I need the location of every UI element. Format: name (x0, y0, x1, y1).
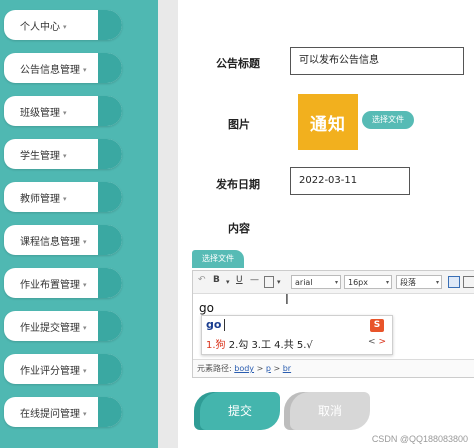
text-cursor-icon: I (285, 293, 289, 308)
sidebar-item-homework-assign[interactable]: 作业布置管理 ▾ (4, 268, 122, 298)
nav-cap (98, 96, 122, 126)
chevron-down-icon: ▾ (435, 279, 439, 286)
sidebar-item-homework-submit[interactable]: 作业提交管理 ▾ (4, 311, 122, 341)
chevron-down-icon: ▾ (83, 66, 87, 74)
content-label: 内容 (228, 222, 250, 235)
nav-cap (98, 53, 122, 83)
sidebar-item-online-questions[interactable]: 在线提问管理 ▾ (4, 397, 122, 427)
editor-toolbar: ↶ B ▾ U — ▾ arial ▾ 16px ▾ 段落 ▾ (193, 271, 474, 294)
image-label: 图片 (228, 118, 250, 131)
chevron-down-icon: ▾ (63, 195, 67, 203)
ime-composition: go (206, 318, 222, 331)
path-br-link[interactable]: br (283, 364, 291, 373)
font-family-select[interactable]: arial ▾ (291, 275, 341, 289)
nav-cap (98, 182, 122, 212)
ime-candidate-window[interactable]: go S 1.狗 2.勾 3.工 4.共 5.√ < > (201, 315, 393, 355)
nav-cap (98, 397, 122, 427)
table-icon[interactable] (448, 276, 460, 288)
nav-cap (98, 311, 122, 341)
next-icon[interactable]: > (378, 337, 386, 347)
sidebar: 个人中心 ▾ 公告信息管理 ▾ 班级管理 ▾ 学生管理 ▾ 教师管理 ▾ 课程信息管理 ▾ … (0, 0, 158, 448)
date-input[interactable]: 2022-03-11 (290, 167, 410, 195)
sidebar-item-label: 在线提问管理 (20, 409, 80, 420)
ime-other-candidates[interactable]: 2.勾 3.工 4.共 5.√ (226, 340, 313, 351)
undo-icon[interactable]: ↶ (198, 275, 206, 285)
sidebar-item-student-management[interactable]: 学生管理 ▾ (4, 139, 122, 169)
sidebar-item-label: 个人中心 (20, 22, 60, 33)
paragraph-value: 段落 (400, 278, 416, 287)
nav-cap (98, 354, 122, 384)
content-choose-file-button[interactable]: 选择文件 (192, 250, 244, 268)
sidebar-item-label: 作业布置管理 (20, 280, 80, 291)
sidebar-item-label: 教师管理 (20, 194, 60, 205)
path-body-link[interactable]: body (234, 364, 254, 373)
sogou-logo-icon: S (370, 319, 384, 332)
sidebar-item-label: 作业提交管理 (20, 323, 80, 334)
content-gutter (158, 0, 178, 448)
paragraph-select[interactable]: 段落 ▾ (396, 275, 442, 289)
bold-button[interactable]: B (213, 275, 220, 285)
submit-button[interactable]: 提交 (200, 392, 280, 430)
ime-candidates[interactable]: 1.狗 2.勾 3.工 4.共 5.√ (206, 336, 313, 351)
sidebar-item-class-management[interactable]: 班级管理 ▾ (4, 96, 122, 126)
sidebar-item-label: 作业评分管理 (20, 366, 80, 377)
element-path-label: 元素路径: (197, 364, 232, 373)
nav-cap (98, 139, 122, 169)
chevron-down-icon: ▾ (83, 367, 87, 375)
chevron-down-icon: ▾ (63, 152, 67, 160)
prev-icon[interactable]: < (368, 337, 376, 347)
chevron-down-icon: ▾ (83, 238, 87, 246)
sidebar-item-label: 公告信息管理 (20, 65, 80, 76)
page-icon[interactable] (264, 276, 274, 288)
watermark: CSDN @QQ188083800 (371, 434, 468, 444)
nav-cap (98, 268, 122, 298)
cancel-button[interactable]: 取消 (290, 392, 370, 430)
chevron-down-icon: ▾ (334, 279, 338, 286)
rich-text-editor[interactable]: ↶ B ▾ U — ▾ arial ▾ 16px ▾ 段落 ▾ go I go S 1… (192, 270, 474, 378)
sidebar-item-course-management[interactable]: 课程信息管理 ▾ (4, 225, 122, 255)
path-separator: > (256, 364, 264, 373)
element-path-bar: 元素路径: body > p > br (193, 359, 474, 377)
path-p-link[interactable]: p (266, 364, 271, 373)
sidebar-item-personal-center[interactable]: 个人中心 ▾ (4, 10, 122, 40)
chevron-down-icon: ▾ (83, 410, 87, 418)
sidebar-item-label: 班级管理 (20, 108, 60, 119)
editor-content[interactable]: go (199, 301, 214, 315)
title-input[interactable]: 可以发布公告信息 (290, 47, 464, 75)
notice-image: 通知 (298, 94, 358, 150)
chevron-down-icon: ▾ (63, 23, 67, 31)
ime-page-nav[interactable]: < > (368, 337, 386, 347)
grid-icon[interactable] (463, 276, 474, 288)
ime-caret (224, 319, 225, 331)
underline-button[interactable]: U (236, 275, 243, 285)
horizontal-rule-button[interactable]: — (250, 275, 259, 285)
chevron-down-icon[interactable]: ▾ (277, 278, 281, 286)
font-size-value: 16px (348, 278, 368, 287)
nav-cap (98, 225, 122, 255)
chevron-down-icon: ▾ (83, 324, 87, 332)
path-separator: > (273, 364, 281, 373)
image-choose-file-button[interactable]: 选择文件 (362, 111, 414, 129)
chevron-down-icon: ▾ (63, 109, 67, 117)
chevron-down-icon: ▾ (83, 281, 87, 289)
sidebar-item-label: 学生管理 (20, 151, 60, 162)
notice-image-text: 通知 (310, 114, 346, 135)
chevron-down-icon[interactable]: ▾ (226, 278, 230, 286)
title-label: 公告标题 (216, 57, 260, 70)
font-size-select[interactable]: 16px ▾ (344, 275, 392, 289)
sidebar-item-label: 课程信息管理 (20, 237, 80, 248)
chevron-down-icon: ▾ (385, 279, 389, 286)
sidebar-item-homework-grading[interactable]: 作业评分管理 ▾ (4, 354, 122, 384)
sidebar-item-notice-management[interactable]: 公告信息管理 ▾ (4, 53, 122, 83)
font-family-value: arial (295, 278, 313, 287)
nav-cap (98, 10, 122, 40)
date-label: 发布日期 (216, 178, 260, 191)
ime-first-candidate[interactable]: 1.狗 (206, 340, 226, 351)
sidebar-item-teacher-management[interactable]: 教师管理 ▾ (4, 182, 122, 212)
